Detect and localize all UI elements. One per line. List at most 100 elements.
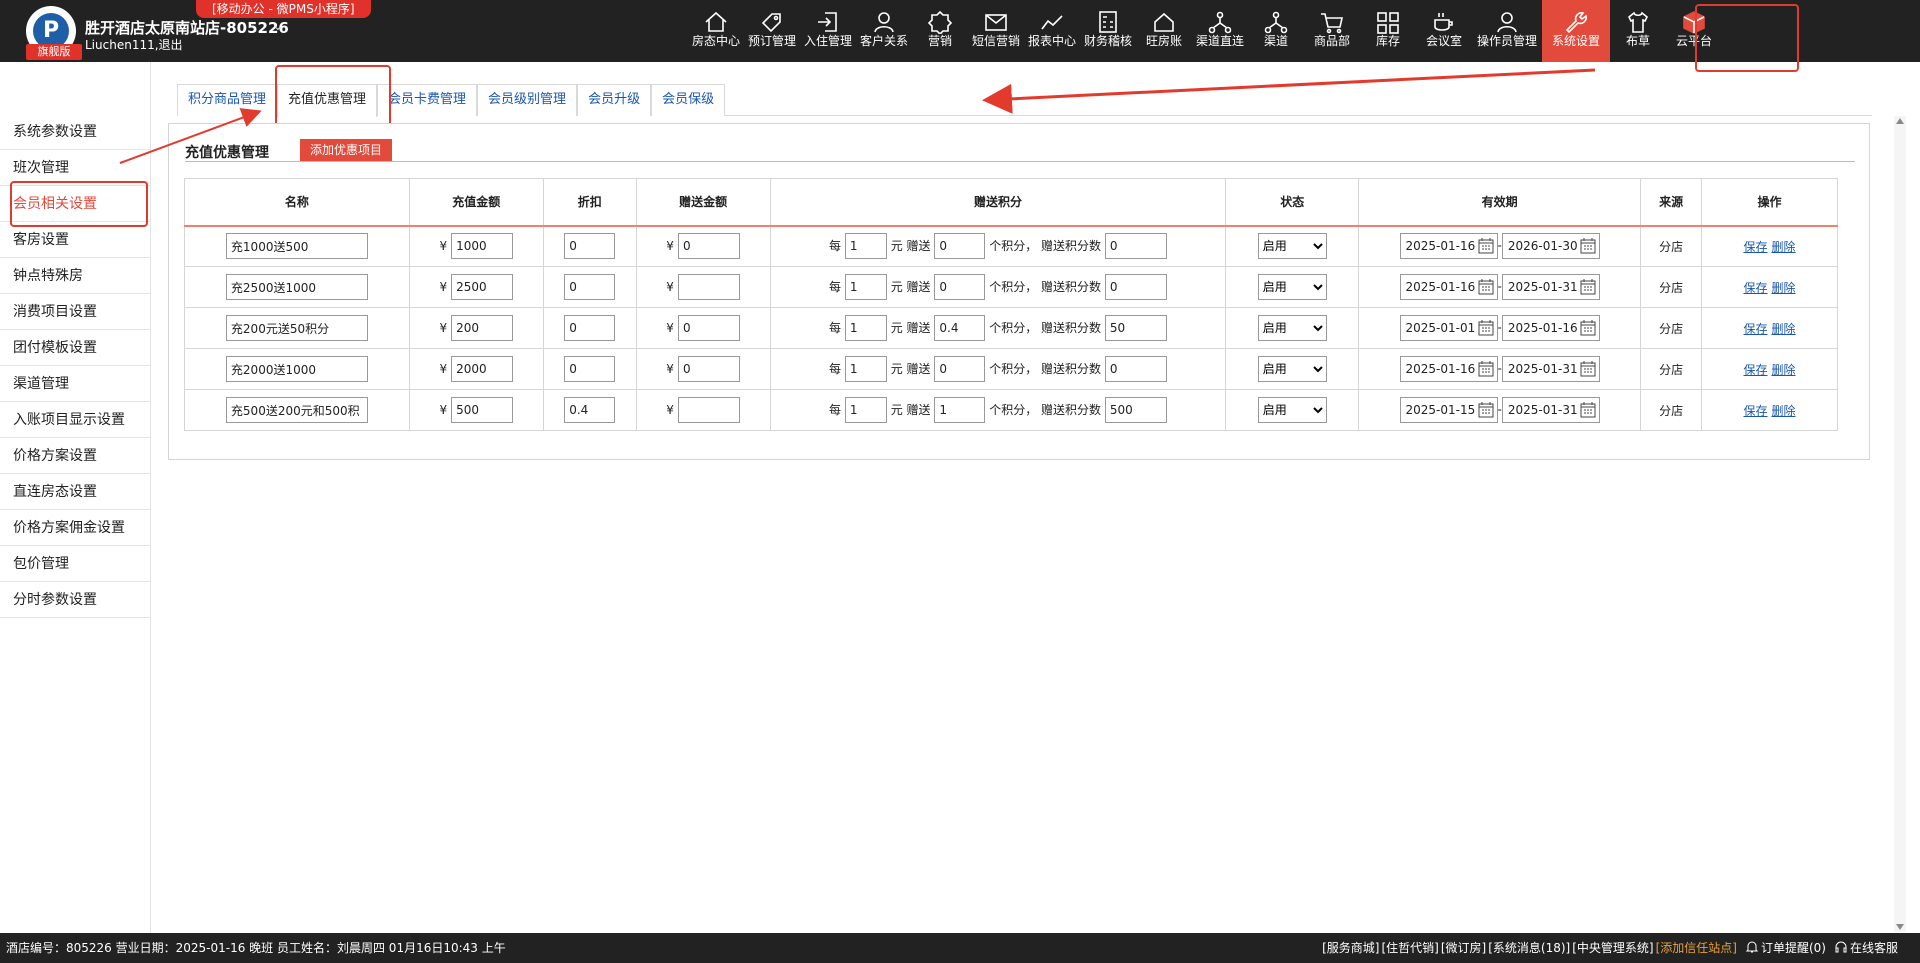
save-link[interactable]: 保存 bbox=[1744, 404, 1768, 418]
sidebar-item[interactable]: 价格方案设置 bbox=[0, 438, 151, 474]
delete-link[interactable]: 删除 bbox=[1772, 404, 1796, 418]
nav-item-6[interactable]: 报表中心 bbox=[1024, 0, 1080, 62]
gift-amount-input[interactable] bbox=[677, 274, 740, 300]
end-date-input[interactable]: 2025-01-16 bbox=[1501, 315, 1600, 341]
calendar-icon[interactable] bbox=[1478, 361, 1494, 377]
calendar-icon[interactable] bbox=[1580, 402, 1596, 418]
end-date-input[interactable]: 2025-01-31 bbox=[1501, 397, 1600, 423]
per-yuan-input[interactable] bbox=[844, 274, 887, 300]
sidebar-item[interactable]: 渠道管理 bbox=[0, 366, 151, 402]
delete-link[interactable]: 删除 bbox=[1772, 281, 1796, 295]
gift-points-input[interactable] bbox=[1104, 274, 1167, 300]
per-yuan-input[interactable] bbox=[844, 315, 887, 341]
sidebar-item[interactable]: 直连房态设置 bbox=[0, 474, 151, 510]
scroll-down-icon[interactable] bbox=[1896, 924, 1904, 930]
name-input[interactable] bbox=[225, 356, 368, 382]
sidebar-item[interactable]: 入账项目显示设置 bbox=[0, 402, 151, 438]
nav-item-15[interactable]: 系统设置 bbox=[1542, 0, 1610, 62]
per-yuan-input[interactable] bbox=[844, 233, 887, 260]
nav-item-7[interactable]: 财务稽核 bbox=[1080, 0, 1136, 62]
discount-input[interactable] bbox=[564, 397, 616, 423]
start-date-input[interactable]: 2025-01-16 bbox=[1399, 356, 1498, 382]
nav-item-0[interactable]: 房态中心 bbox=[688, 0, 744, 62]
save-link[interactable]: 保存 bbox=[1744, 240, 1768, 254]
amount-input[interactable] bbox=[451, 397, 514, 423]
footer-link[interactable]: [系统消息(18)] bbox=[1488, 941, 1570, 955]
nav-item-4[interactable]: 营销 bbox=[912, 0, 968, 62]
discount-input[interactable] bbox=[564, 356, 616, 382]
calendar-icon[interactable] bbox=[1580, 279, 1596, 295]
nav-item-12[interactable]: 库存 bbox=[1360, 0, 1416, 62]
nav-item-2[interactable]: 入住管理 bbox=[800, 0, 856, 62]
sidebar-item[interactable]: 团付模板设置 bbox=[0, 330, 151, 366]
start-date-input[interactable]: 2025-01-16 bbox=[1399, 274, 1498, 300]
status-select[interactable]: 启用 bbox=[1257, 274, 1327, 300]
name-input[interactable] bbox=[225, 233, 368, 260]
end-date-input[interactable]: 2025-01-31 bbox=[1501, 274, 1600, 300]
calendar-icon[interactable] bbox=[1478, 238, 1494, 254]
save-link[interactable]: 保存 bbox=[1744, 281, 1768, 295]
end-date-input[interactable]: 2026-01-30 bbox=[1501, 233, 1600, 260]
sidebar-item[interactable]: 系统参数设置 bbox=[0, 114, 151, 150]
gift-points-input[interactable] bbox=[1104, 315, 1167, 341]
nav-item-8[interactable]: 旺房账 bbox=[1136, 0, 1192, 62]
discount-input[interactable] bbox=[564, 315, 616, 341]
sidebar-item[interactable]: 价格方案佣金设置 bbox=[0, 510, 151, 546]
calendar-icon[interactable] bbox=[1478, 320, 1494, 336]
logout-link[interactable]: ,退出 bbox=[155, 38, 183, 52]
per-yuan-input[interactable] bbox=[844, 397, 887, 423]
calendar-icon[interactable] bbox=[1478, 279, 1494, 295]
nav-item-17[interactable]: 云平台 bbox=[1666, 0, 1722, 62]
tab[interactable]: 会员卡费管理 bbox=[377, 84, 478, 116]
gift-points-input[interactable] bbox=[1104, 233, 1167, 260]
nav-item-14[interactable]: 操作员管理 bbox=[1472, 0, 1542, 62]
save-link[interactable]: 保存 bbox=[1744, 322, 1768, 336]
tab[interactable]: 会员级别管理 bbox=[477, 84, 578, 116]
add-discount-button[interactable]: 添加优惠项目 bbox=[300, 139, 393, 161]
gift-points-input[interactable] bbox=[1104, 397, 1167, 423]
sidebar-item[interactable]: 包价管理 bbox=[0, 546, 151, 582]
footer-link[interactable]: [住哲代销] bbox=[1381, 941, 1438, 955]
gift-amount-input[interactable] bbox=[677, 397, 740, 423]
chevron-down-icon[interactable]: ⌄ bbox=[272, 18, 284, 34]
gift-points-input[interactable] bbox=[1104, 356, 1167, 382]
status-select[interactable]: 启用 bbox=[1257, 397, 1327, 423]
hotel-name[interactable]: 胜开酒店太原南站店-805226 bbox=[85, 17, 289, 38]
per-yuan-input[interactable] bbox=[844, 356, 887, 382]
start-date-input[interactable]: 2025-01-16 bbox=[1399, 233, 1498, 260]
end-date-input[interactable]: 2025-01-31 bbox=[1501, 356, 1600, 382]
nav-item-10[interactable]: 渠道 bbox=[1248, 0, 1304, 62]
points-rate-input[interactable] bbox=[934, 356, 986, 382]
amount-input[interactable] bbox=[451, 356, 514, 382]
nav-item-13[interactable]: 会议室 bbox=[1416, 0, 1472, 62]
add-trusted-site-link[interactable]: [添加信任站点] bbox=[1656, 941, 1737, 955]
mobile-office-badge[interactable]: [移动办公 - 微PMS小程序] bbox=[196, 0, 371, 18]
sidebar-item[interactable]: 钟点特殊房 bbox=[0, 258, 151, 294]
footer-link[interactable]: [服务商城] bbox=[1322, 941, 1379, 955]
nav-item-11[interactable]: 商品部 bbox=[1304, 0, 1360, 62]
discount-input[interactable] bbox=[564, 233, 616, 260]
nav-item-9[interactable]: 渠道直连 bbox=[1192, 0, 1248, 62]
status-select[interactable]: 启用 bbox=[1257, 356, 1327, 382]
tab[interactable]: 会员升级 bbox=[577, 84, 652, 116]
sidebar-item[interactable]: 消费项目设置 bbox=[0, 294, 151, 330]
online-service-link[interactable]: 在线客服 bbox=[1850, 941, 1898, 955]
start-date-input[interactable]: 2025-01-15 bbox=[1399, 397, 1498, 423]
gift-amount-input[interactable] bbox=[677, 356, 740, 382]
gift-amount-input[interactable] bbox=[677, 315, 740, 341]
calendar-icon[interactable] bbox=[1580, 320, 1596, 336]
status-select[interactable]: 启用 bbox=[1257, 233, 1327, 260]
amount-input[interactable] bbox=[451, 274, 514, 300]
sidebar-item[interactable]: 分时参数设置 bbox=[0, 582, 151, 618]
name-input[interactable] bbox=[225, 397, 368, 423]
vertical-scrollbar[interactable] bbox=[1894, 116, 1906, 932]
calendar-icon[interactable] bbox=[1478, 402, 1494, 418]
calendar-icon[interactable] bbox=[1580, 238, 1596, 254]
discount-input[interactable] bbox=[564, 274, 616, 300]
points-rate-input[interactable] bbox=[934, 274, 986, 300]
start-date-input[interactable]: 2025-01-01 bbox=[1399, 315, 1498, 341]
footer-link[interactable]: [中央管理系统] bbox=[1572, 941, 1653, 955]
tab[interactable]: 会员保级 bbox=[651, 84, 726, 116]
nav-item-16[interactable]: 布草 bbox=[1610, 0, 1666, 62]
delete-link[interactable]: 删除 bbox=[1772, 240, 1796, 254]
